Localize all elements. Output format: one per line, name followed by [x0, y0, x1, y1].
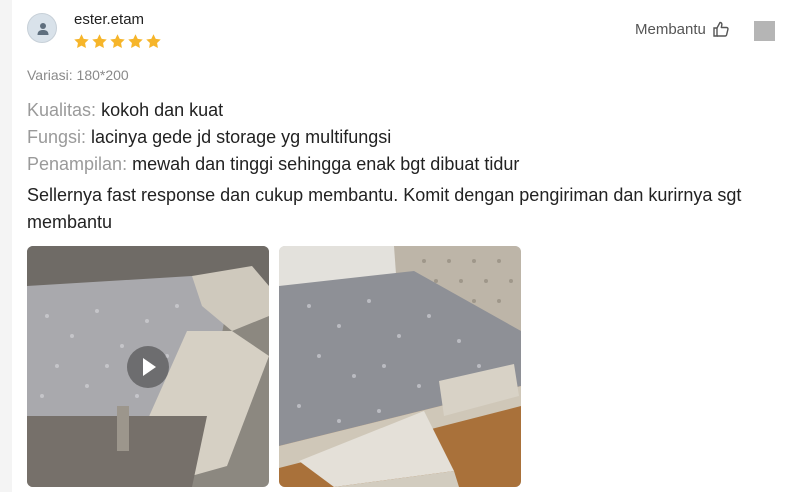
attribute-value: mewah dan tinggi sehingga enak bgt dibua…	[132, 154, 520, 174]
attribute-label: Penampilan:	[27, 154, 128, 174]
star-rating	[73, 33, 162, 50]
attribute-label: Kualitas:	[27, 100, 97, 120]
star-icon	[74, 34, 89, 49]
star-icon	[92, 34, 107, 49]
play-button[interactable]	[127, 346, 169, 388]
attribute-row: Fungsi: lacinya gede jd storage yg multi…	[27, 124, 519, 151]
star-icon	[110, 34, 125, 49]
more-icon[interactable]	[754, 21, 775, 41]
avatar[interactable]	[27, 13, 57, 43]
review-media	[27, 246, 521, 487]
helpful-button[interactable]: Membantu	[635, 20, 730, 38]
bed-photo-image	[279, 246, 521, 487]
review-card: ester.etam Membantu Variasi: 180*200 Kua…	[12, 0, 793, 492]
helpful-label: Membantu	[635, 20, 706, 38]
star-icon	[146, 34, 161, 49]
star-icon	[128, 34, 143, 49]
photo-thumbnail[interactable]	[279, 246, 521, 487]
user-icon	[37, 23, 49, 35]
attribute-value: kokoh dan kuat	[101, 100, 224, 120]
play-icon	[143, 358, 156, 376]
reviewer-username[interactable]: ester.etam	[74, 11, 144, 28]
thumbs-up-icon	[713, 21, 729, 37]
attribute-row: Kualitas: kokoh dan kuat	[27, 97, 519, 124]
variant-text: Variasi: 180*200	[27, 67, 129, 83]
review-attributes: Kualitas: kokoh dan kuat Fungsi: lacinya…	[27, 97, 519, 178]
attribute-row: Penampilan: mewah dan tinggi sehingga en…	[27, 151, 519, 178]
review-text: Sellernya fast response dan cukup memban…	[27, 185, 742, 232]
attribute-value: lacinya gede jd storage yg multifungsi	[91, 127, 392, 147]
video-thumbnail[interactable]	[27, 246, 269, 487]
attribute-label: Fungsi:	[27, 127, 87, 147]
